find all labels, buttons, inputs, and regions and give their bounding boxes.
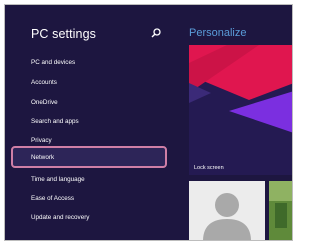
- pc-settings-window: PC settings PC and devices Accounts OneD…: [4, 4, 293, 241]
- sidebar-item-time-and-language[interactable]: Time and language: [31, 176, 85, 183]
- sidebar-item-search-and-apps[interactable]: Search and apps: [31, 118, 79, 125]
- account-photo-tile[interactable]: [269, 181, 292, 240]
- content-pane: Personalize Lock screen: [176, 5, 292, 240]
- search-icon[interactable]: [150, 27, 162, 39]
- lock-screen-label: Lock screen: [194, 165, 224, 171]
- sidebar-item-privacy[interactable]: Privacy: [31, 137, 52, 144]
- sidebar-item-accounts[interactable]: Accounts: [31, 79, 57, 86]
- person-silhouette-icon: [189, 181, 265, 240]
- lock-screen-image: [189, 45, 292, 175]
- nature-photo: [269, 181, 292, 240]
- sidebar-item-ease-of-access[interactable]: Ease of Access: [31, 195, 74, 202]
- lock-screen-tile[interactable]: Lock screen: [189, 45, 292, 175]
- sidebar-item-network[interactable]: Network: [31, 154, 54, 161]
- personalize-heading: Personalize: [189, 27, 247, 39]
- sidebar: PC settings PC and devices Accounts OneD…: [5, 5, 176, 240]
- sidebar-item-onedrive[interactable]: OneDrive: [31, 99, 58, 106]
- page-title: PC settings: [31, 27, 97, 41]
- sidebar-item-pc-and-devices[interactable]: PC and devices: [31, 59, 75, 66]
- account-picture-tile[interactable]: [189, 181, 265, 240]
- sidebar-item-update-and-recovery[interactable]: Update and recovery: [31, 214, 89, 221]
